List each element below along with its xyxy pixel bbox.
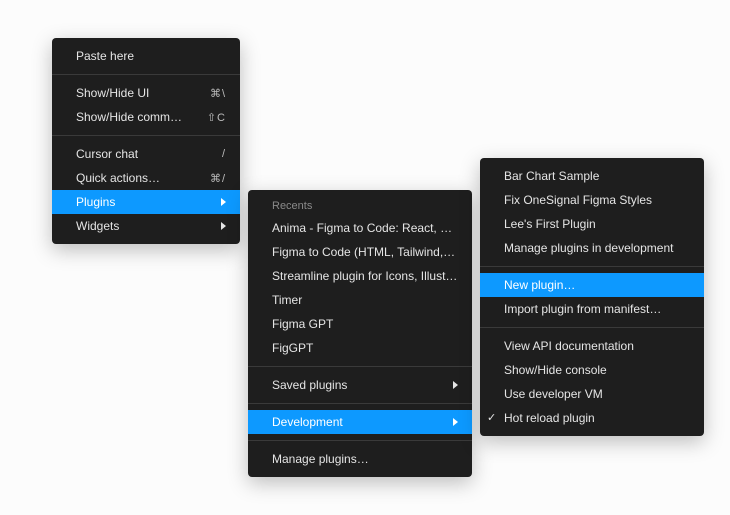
menu-divider [52, 135, 240, 136]
menu-item-show-hide-comments[interactable]: Show/Hide comments ⇧C [52, 105, 240, 129]
menu-item-label: View API documentation [504, 339, 690, 353]
menu-item-label: Show/Hide UI [76, 86, 186, 100]
menu-item-dev-plugin[interactable]: Bar Chart Sample [480, 164, 704, 188]
menu-item-label: Widgets [76, 219, 201, 233]
menu-item-development[interactable]: Development [248, 410, 472, 434]
menu-divider [248, 403, 472, 404]
menu-divider [480, 266, 704, 267]
menu-item-new-plugin[interactable]: New plugin… [480, 273, 704, 297]
plugins-submenu: Recents Anima - Figma to Code: React, HT… [248, 190, 472, 477]
menu-item-label: Show/Hide console [504, 363, 690, 377]
menu-item-label: Bar Chart Sample [504, 169, 690, 183]
chevron-right-icon [221, 222, 226, 230]
context-menu-root: Paste here Show/Hide UI ⌘\ Show/Hide com… [52, 38, 240, 244]
menu-item-label: Paste here [76, 49, 226, 63]
menu-item-recent-plugin[interactable]: FigGPT [248, 336, 472, 360]
menu-section-header: Recents [248, 196, 472, 216]
menu-divider [248, 440, 472, 441]
menu-item-paste-here[interactable]: Paste here [52, 44, 240, 68]
menu-item-label: Anima - Figma to Code: React, HTM… [272, 221, 458, 235]
menu-item-label: Saved plugins [272, 378, 433, 392]
menu-item-quick-actions[interactable]: Quick actions… ⌘/ [52, 166, 240, 190]
menu-item-label: Streamline plugin for Icons, Illustratio… [272, 269, 458, 283]
menu-item-label: Fix OneSignal Figma Styles [504, 193, 690, 207]
menu-item-recent-plugin[interactable]: Figma GPT [248, 312, 472, 336]
shortcut-label: ⌘\ [210, 87, 226, 100]
menu-item-label: Hot reload plugin [504, 411, 690, 425]
chevron-right-icon [221, 198, 226, 206]
menu-item-recent-plugin[interactable]: Streamline plugin for Icons, Illustratio… [248, 264, 472, 288]
menu-item-plugins[interactable]: Plugins [52, 190, 240, 214]
menu-item-label: Show/Hide comments [76, 110, 183, 124]
menu-item-label: Use developer VM [504, 387, 690, 401]
menu-item-label: Timer [272, 293, 458, 307]
menu-item-dev-plugin[interactable]: Lee's First Plugin [480, 212, 704, 236]
menu-item-saved-plugins[interactable]: Saved plugins [248, 373, 472, 397]
menu-item-show-hide-ui[interactable]: Show/Hide UI ⌘\ [52, 81, 240, 105]
shortcut-label: ⌘/ [210, 172, 226, 185]
menu-item-cursor-chat[interactable]: Cursor chat / [52, 142, 240, 166]
menu-divider [52, 74, 240, 75]
menu-item-manage-dev-plugins[interactable]: Manage plugins in development [480, 236, 704, 260]
menu-item-widgets[interactable]: Widgets [52, 214, 240, 238]
menu-item-label: Manage plugins… [272, 452, 458, 466]
menu-item-label: FigGPT [272, 341, 458, 355]
menu-item-label: Development [272, 415, 433, 429]
menu-item-label: Manage plugins in development [504, 241, 690, 255]
chevron-right-icon [453, 381, 458, 389]
menu-item-use-developer-vm[interactable]: Use developer VM [480, 382, 704, 406]
menu-item-show-hide-console[interactable]: Show/Hide console [480, 358, 704, 382]
menu-item-label: Import plugin from manifest… [504, 302, 690, 316]
menu-item-dev-plugin[interactable]: Fix OneSignal Figma Styles [480, 188, 704, 212]
menu-item-label: Plugins [76, 195, 201, 209]
menu-divider [248, 366, 472, 367]
menu-item-recent-plugin[interactable]: Anima - Figma to Code: React, HTM… [248, 216, 472, 240]
menu-item-label: Figma to Code (HTML, Tailwind, Flutt… [272, 245, 458, 259]
menu-item-view-api-docs[interactable]: View API documentation [480, 334, 704, 358]
menu-item-recent-plugin[interactable]: Figma to Code (HTML, Tailwind, Flutt… [248, 240, 472, 264]
menu-item-manage-plugins[interactable]: Manage plugins… [248, 447, 472, 471]
menu-item-label: Lee's First Plugin [504, 217, 690, 231]
checkmark-icon: ✓ [487, 413, 496, 424]
menu-item-hot-reload[interactable]: ✓ Hot reload plugin [480, 406, 704, 430]
development-submenu: Bar Chart Sample Fix OneSignal Figma Sty… [480, 158, 704, 436]
shortcut-label: ⇧C [207, 111, 226, 124]
menu-item-label: Quick actions… [76, 171, 186, 185]
menu-divider [480, 327, 704, 328]
shortcut-label: / [222, 148, 226, 160]
menu-item-label: New plugin… [504, 278, 690, 292]
menu-item-label: Figma GPT [272, 317, 458, 331]
chevron-right-icon [453, 418, 458, 426]
menu-item-recent-plugin[interactable]: Timer [248, 288, 472, 312]
menu-item-import-manifest[interactable]: Import plugin from manifest… [480, 297, 704, 321]
menu-item-label: Cursor chat [76, 147, 198, 161]
